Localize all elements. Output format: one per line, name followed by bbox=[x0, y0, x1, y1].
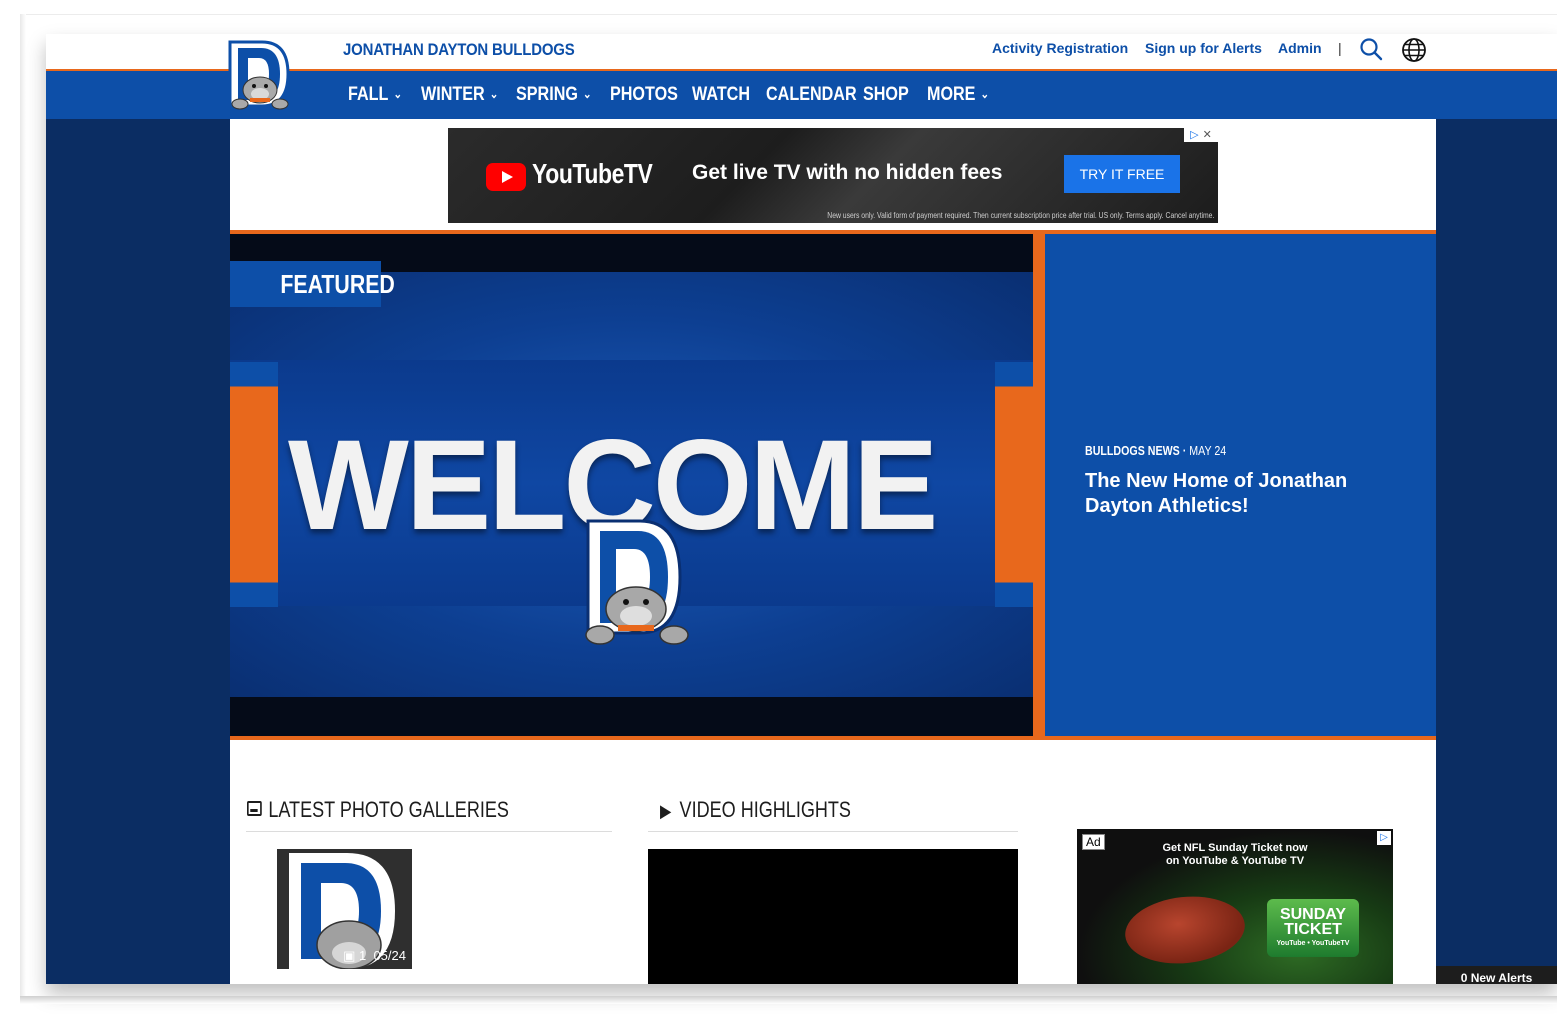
photo-galleries-heading: LATEST PHOTO GALLERIES bbox=[247, 797, 509, 823]
story-headline[interactable]: The New Home of Jonathan Dayton Athletic… bbox=[1085, 469, 1415, 519]
story-kicker: BULLDOGS NEWS · MAY 24 bbox=[1085, 443, 1227, 458]
site-name-link[interactable]: JONATHAN DAYTON BULLDOGS bbox=[343, 40, 575, 60]
nav-fall-label: FALL bbox=[348, 84, 389, 105]
gallery-date: 05/24 bbox=[373, 948, 406, 963]
nav-fall[interactable]: FALL ⌄ bbox=[348, 84, 402, 106]
featured-image[interactable]: WELCOME FEATURED bbox=[230, 234, 1033, 736]
featured-story-panel[interactable]: BULLDOGS NEWS · MAY 24 The New Home of J… bbox=[1045, 234, 1436, 736]
window-bottom-shadow bbox=[20, 996, 1557, 1004]
nav-photos[interactable]: PHOTOS bbox=[610, 84, 678, 106]
story-category: BULLDOGS NEWS bbox=[1085, 443, 1180, 458]
chevron-down-icon: ⌄ bbox=[393, 87, 403, 101]
video-player[interactable] bbox=[648, 849, 1018, 984]
chevron-down-icon: ⌄ bbox=[980, 87, 990, 101]
chevron-down-icon: ⌄ bbox=[583, 87, 592, 101]
ad-headline: Get live TV with no hidden fees bbox=[692, 161, 1003, 184]
ticket-sub: YouTube • YouTubeTV bbox=[1276, 940, 1350, 947]
chevron-down-icon: ⌄ bbox=[489, 87, 499, 101]
activity-registration-link[interactable]: Activity Registration bbox=[992, 40, 1128, 56]
photo-galleries-title: LATEST PHOTO GALLERIES bbox=[268, 797, 509, 822]
play-icon: ▶ bbox=[660, 801, 672, 821]
bulldogs-logo[interactable] bbox=[222, 38, 298, 112]
orange-stripe-right bbox=[995, 362, 1033, 607]
globe-icon[interactable] bbox=[1400, 36, 1426, 62]
image-icon: ▣ bbox=[343, 948, 356, 963]
youtube-play-icon bbox=[486, 163, 526, 191]
nav-winter[interactable]: WINTER ⌄ bbox=[421, 84, 498, 106]
nfl-sunday-ticket-ad[interactable]: Ad ▷ Get NFL Sunday Ticket now on YouTube… bbox=[1077, 829, 1393, 984]
youtube-tv-banner-ad[interactable]: YouTubeTV Get live TV with no hidden fee… bbox=[448, 128, 1218, 223]
new-alerts-tab[interactable]: 0 New Alerts bbox=[1436, 966, 1557, 984]
bulldog-mascot-icon bbox=[585, 519, 689, 645]
nfl-football-icon bbox=[1121, 890, 1249, 970]
adchoices-icon[interactable]: ▷ ✕ bbox=[1184, 128, 1218, 142]
divider bbox=[246, 831, 612, 832]
nav-spring[interactable]: SPRING ⌄ bbox=[516, 84, 592, 106]
featured-hero: WELCOME FEATURED BULLDOGS NEWS · MAY 24 … bbox=[230, 230, 1436, 740]
main-content: YouTubeTV Get live TV with no hidden fee… bbox=[230, 119, 1436, 984]
browser-viewport: JONATHAN DAYTON BULLDOGS Activity Regist… bbox=[46, 34, 1557, 984]
nav-more-label: MORE bbox=[927, 84, 976, 105]
nav-calendar[interactable]: CALENDAR bbox=[766, 84, 857, 106]
ad-copy-line2: on YouTube & YouTube TV bbox=[1165, 855, 1305, 867]
nav-winter-label: WINTER bbox=[421, 84, 485, 105]
sunday-ticket-logo: SUNDAY TICKET YouTube • YouTubeTV bbox=[1267, 899, 1359, 957]
video-highlights-title: VIDEO HIGHLIGHTS bbox=[679, 797, 851, 822]
video-highlights-heading: ▶ VIDEO HIGHLIGHTS bbox=[660, 797, 851, 823]
ad-copy-line1: Get NFL Sunday Ticket now bbox=[1162, 842, 1308, 854]
story-date: MAY 24 bbox=[1189, 443, 1227, 458]
ad-copy: Get NFL Sunday Ticket now on YouTube & Yo… bbox=[1077, 842, 1393, 868]
featured-badge: FEATURED bbox=[230, 261, 395, 307]
gallery-count: 1 bbox=[358, 948, 367, 963]
gallery-meta: ▣ 1 05/24 bbox=[343, 948, 406, 964]
gallery-thumbnail[interactable]: ▣ 1 05/24 bbox=[277, 849, 412, 969]
separator: | bbox=[1338, 40, 1342, 56]
nav-more[interactable]: MORE ⌄ bbox=[927, 84, 989, 106]
divider bbox=[648, 831, 1018, 832]
nav-spring-label: SPRING bbox=[516, 84, 578, 105]
nav-shop[interactable]: SHOP bbox=[863, 84, 909, 106]
orange-stripe-left bbox=[230, 362, 278, 607]
image-icon bbox=[247, 801, 262, 816]
alerts-signup-link[interactable]: Sign up for Alerts bbox=[1145, 40, 1262, 56]
welcome-graphic: WELCOME bbox=[230, 272, 1033, 697]
ad-fine-print: New users only. Valid form of payment re… bbox=[826, 211, 1214, 220]
featured-label: FEATURED bbox=[280, 269, 395, 299]
window-top-edge bbox=[26, 14, 1557, 15]
ad-brand: YouTubeTV bbox=[532, 158, 653, 189]
search-icon[interactable] bbox=[1358, 36, 1384, 62]
close-icon[interactable]: ✕ bbox=[1203, 129, 1212, 141]
admin-link[interactable]: Admin bbox=[1278, 40, 1322, 56]
ticket-line2: TICKET bbox=[1284, 921, 1342, 938]
try-it-free-button[interactable]: TRY IT FREE bbox=[1064, 155, 1180, 193]
window-left-shadow bbox=[20, 14, 26, 999]
nav-watch[interactable]: WATCH bbox=[692, 84, 750, 106]
